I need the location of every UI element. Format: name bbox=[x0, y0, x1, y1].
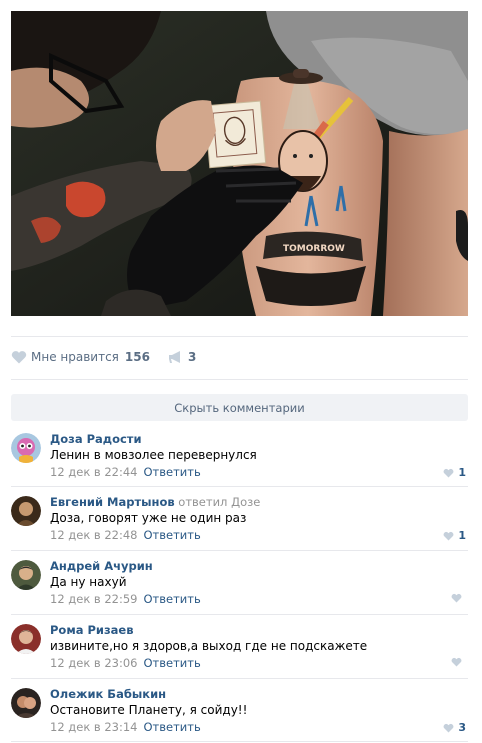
megaphone-icon bbox=[168, 351, 180, 363]
divider bbox=[11, 486, 468, 487]
hide-comments-button[interactable]: Скрыть комментарии bbox=[11, 394, 468, 421]
comment-like-button[interactable]: 3 bbox=[443, 721, 466, 734]
comment-item: Рома Ризаев извините,но я здоров,а выход… bbox=[11, 616, 468, 680]
heart-icon bbox=[451, 657, 462, 667]
tattoo-photo-image: TOMORROW bbox=[11, 11, 468, 316]
comment-text: Остановите Планету, я сойду!! bbox=[50, 703, 248, 717]
comment-text: извините,но я здоров,а выход где не подс… bbox=[50, 639, 368, 653]
divider bbox=[11, 741, 468, 742]
avatar[interactable] bbox=[11, 433, 41, 463]
comment-text: Доза, говорят уже не один раз bbox=[50, 511, 247, 525]
avatar[interactable] bbox=[11, 688, 41, 718]
comment-date[interactable]: 12 дек в 23:14 bbox=[50, 720, 138, 734]
reply-button[interactable]: Ответить bbox=[144, 592, 201, 606]
comment-author[interactable]: Евгений Мартынов bbox=[50, 495, 175, 509]
comment-author[interactable]: Доза Радости bbox=[50, 432, 142, 446]
comment-like-button[interactable]: 1 bbox=[443, 529, 466, 542]
comment-text: Ленин в мовзолее перевернулся bbox=[50, 448, 257, 462]
divider bbox=[11, 336, 468, 337]
comment-item: Олежик Бабыкин Остановите Планету, я сой… bbox=[11, 680, 468, 743]
replied-to-link[interactable]: Дозе bbox=[231, 495, 260, 509]
avatar[interactable] bbox=[11, 624, 41, 654]
heart-icon bbox=[443, 468, 454, 477]
heart-icon bbox=[11, 351, 27, 364]
reply-button[interactable]: Ответить bbox=[144, 656, 201, 670]
share-button[interactable]: 3 bbox=[168, 350, 196, 364]
comment-like-count: 1 bbox=[458, 529, 466, 542]
heart-icon bbox=[451, 593, 462, 603]
comment-date[interactable]: 12 дек в 22:48 bbox=[50, 528, 138, 542]
share-count: 3 bbox=[187, 350, 197, 364]
comment-date[interactable]: 12 дек в 22:59 bbox=[50, 592, 138, 606]
comment-author[interactable]: Рома Ризаев bbox=[50, 623, 134, 637]
tattoo-text: TOMORROW bbox=[283, 244, 345, 254]
heart-icon bbox=[443, 531, 454, 540]
divider bbox=[11, 678, 468, 679]
reply-button[interactable]: Ответить bbox=[144, 465, 201, 479]
comment-item: Андрей Ачурин Да ну нахуй 12 дек в 22:59… bbox=[11, 552, 468, 616]
comment-author[interactable]: Олежик Бабыкин bbox=[50, 687, 166, 701]
avatar[interactable] bbox=[11, 560, 41, 590]
comment-like-button[interactable]: 1 bbox=[443, 466, 466, 479]
like-label: Мне нравится bbox=[31, 350, 119, 364]
comment-date[interactable]: 12 дек в 23:06 bbox=[50, 656, 138, 670]
heart-icon bbox=[443, 723, 454, 732]
replied-label: ответил bbox=[178, 495, 228, 509]
divider bbox=[11, 614, 468, 615]
divider bbox=[11, 379, 468, 380]
comment-like-button[interactable] bbox=[451, 593, 466, 603]
comment-item: Доза Радости Ленин в мовзолее перевернул… bbox=[11, 425, 468, 489]
reply-button[interactable]: Ответить bbox=[144, 528, 201, 542]
comment-item: Евгений Мартынов ответил Дозе Доза, гово… bbox=[11, 488, 468, 552]
comment-like-count: 3 bbox=[458, 721, 466, 734]
comment-author[interactable]: Андрей Ачурин bbox=[50, 559, 153, 573]
comment-like-count: 1 bbox=[458, 466, 466, 479]
post-actions: Мне нравится 156 3 bbox=[11, 346, 468, 368]
comment-text: Да ну нахуй bbox=[50, 575, 127, 589]
like-button[interactable]: Мне нравится 156 bbox=[11, 350, 150, 364]
divider bbox=[11, 550, 468, 551]
avatar[interactable] bbox=[11, 496, 41, 526]
reply-button[interactable]: Ответить bbox=[144, 720, 201, 734]
like-count: 156 bbox=[124, 350, 150, 364]
comment-date[interactable]: 12 дек в 22:44 bbox=[50, 465, 138, 479]
comment-like-button[interactable] bbox=[451, 657, 466, 667]
post-photo[interactable]: TOMORROW bbox=[11, 11, 468, 316]
